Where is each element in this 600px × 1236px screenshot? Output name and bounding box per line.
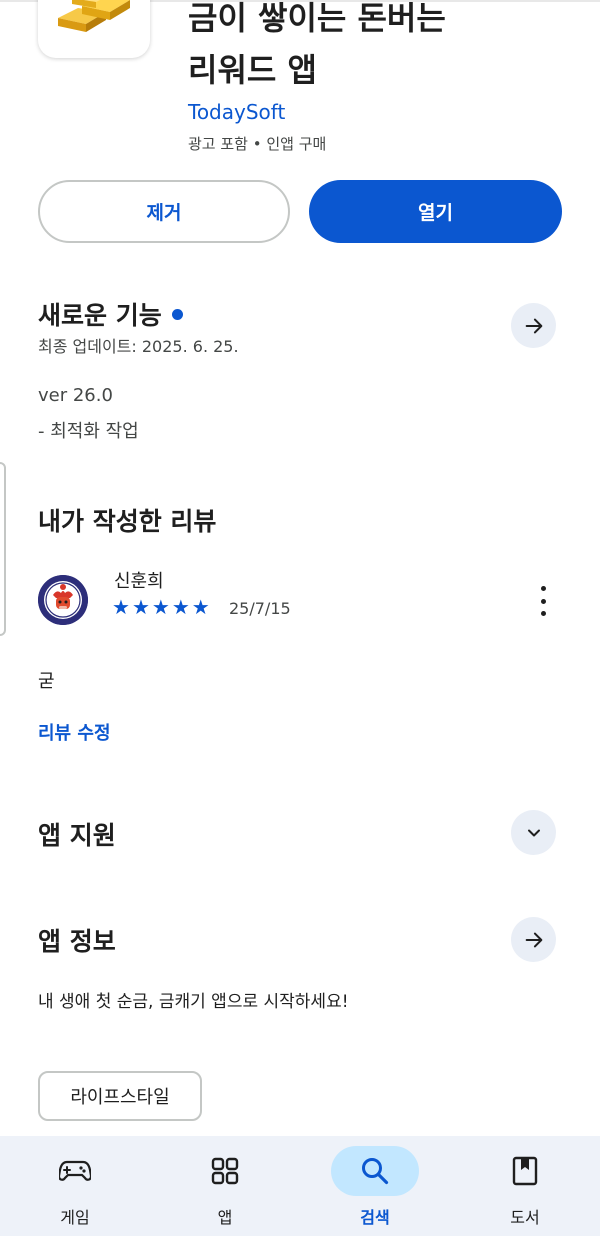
new-indicator-dot — [171, 308, 183, 320]
remove-button[interactable]: 제거 — [38, 180, 290, 243]
app-meta: 광고 포함 • 인앱 구매 — [188, 135, 327, 153]
app-title-line2: 리워드 앱 — [188, 51, 317, 89]
star-icon: ★ — [191, 595, 210, 619]
gamepad-icon — [59, 1160, 91, 1181]
whats-new-title: 새로운 기능 — [38, 301, 162, 330]
star-icon: ★ — [112, 595, 130, 619]
nav-item-games[interactable]: 게임 — [15, 1136, 135, 1236]
app-title-line1: 금이 쌓이는 돈버는 — [188, 0, 446, 37]
app-description: 내 생애 첫 순금, 금캐기 앱으로 시작하세요! — [38, 992, 349, 1012]
star-icon: ★ — [171, 595, 190, 619]
nav-label-apps: 앱 — [217, 1208, 233, 1227]
nav-label-books: 도서 — [510, 1208, 540, 1227]
review-text: 굳 — [38, 671, 55, 692]
last-updated-text: 최종 업데이트: 2025. 6. 25. — [38, 337, 239, 356]
gold-bars-icon — [58, 0, 130, 32]
avatar — [38, 575, 88, 625]
nav-item-books[interactable]: 도서 — [465, 1136, 585, 1236]
bookmark-icon — [512, 1156, 538, 1186]
whats-new-arrow-button[interactable] — [511, 303, 556, 348]
whats-new-header[interactable]: 새로운 기능 — [38, 296, 183, 332]
reviewer-name: 신훈희 — [114, 571, 164, 592]
app-info-title[interactable]: 앱 정보 — [38, 922, 116, 958]
star-icon: ★ — [131, 595, 150, 619]
chevron-down-icon — [527, 829, 540, 836]
release-note-text: - 최적화 작업 — [38, 421, 139, 442]
nav-item-search[interactable]: 검색 — [315, 1136, 435, 1236]
apps-grid-icon — [211, 1157, 239, 1185]
nav-label-search: 검색 — [360, 1208, 390, 1227]
my-review-title: 내가 작성한 리뷰 — [38, 507, 217, 536]
open-button[interactable]: 열기 — [309, 180, 562, 243]
nav-label-games: 게임 — [60, 1208, 90, 1227]
nav-item-apps[interactable]: 앱 — [165, 1136, 285, 1236]
bottom-navigation: 게임 앱 검색 도서 — [0, 1136, 600, 1236]
developer-link[interactable]: TodaySoft — [188, 100, 285, 124]
arrow-right-icon — [525, 318, 542, 333]
arrow-right-icon — [525, 932, 542, 947]
edit-review-link[interactable]: 리뷰 수정 — [38, 719, 111, 745]
app-support-expand-button[interactable] — [511, 810, 556, 855]
app-support-title[interactable]: 앱 지원 — [38, 816, 116, 852]
search-icon — [362, 1158, 389, 1185]
category-chip[interactable]: 라이프스타일 — [38, 1071, 202, 1121]
side-drag-handle[interactable] — [0, 462, 6, 636]
more-options-icon[interactable] — [532, 586, 554, 616]
app-icon — [38, 0, 150, 58]
star-icon: ★ — [151, 595, 170, 619]
review-date: 25/7/15 — [229, 599, 291, 618]
app-info-arrow-button[interactable] — [511, 917, 556, 962]
version-text: ver 26.0 — [38, 385, 113, 406]
star-rating: ★ ★ ★ ★ ★ — [112, 596, 210, 618]
